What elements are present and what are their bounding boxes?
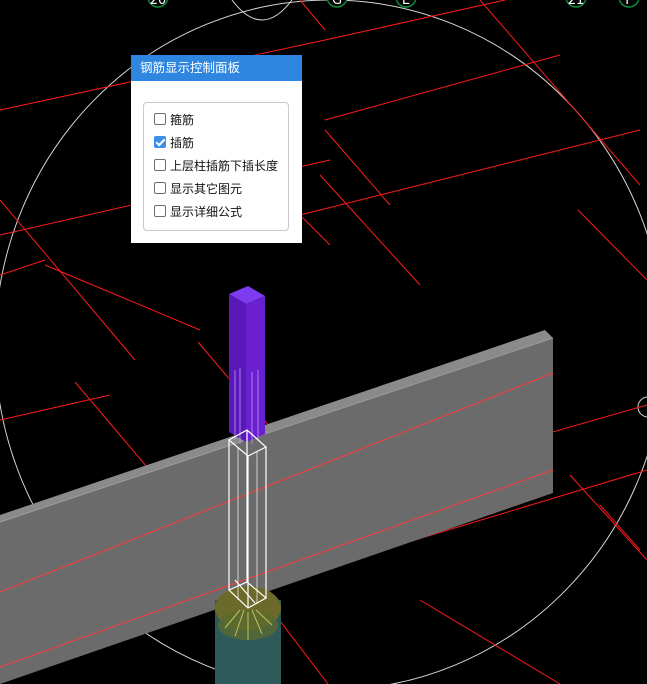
axis-bubble-21: 21: [565, 0, 587, 8]
option-dowel[interactable]: 插筋: [154, 133, 194, 151]
option-detail-formula-label: 显示详细公式: [170, 204, 243, 219]
option-detail-formula[interactable]: 显示详细公式: [154, 202, 242, 220]
option-dowel-label: 插筋: [170, 135, 195, 150]
axis-bubble-20: 20: [147, 0, 169, 8]
checkbox-dowel[interactable]: [154, 136, 166, 148]
option-dowel-length-label: 上层柱插筋下插长度: [170, 158, 279, 173]
panel-title[interactable]: 钢筋显示控制面板: [131, 55, 302, 81]
svg-text:G: G: [332, 0, 342, 8]
checkbox-dowel-length[interactable]: [154, 159, 166, 171]
option-dowel-length[interactable]: 上层柱插筋下插长度: [154, 156, 278, 174]
axis-bubble-f: F: [618, 0, 640, 8]
svg-text:21: 21: [568, 0, 585, 8]
svg-text:20: 20: [150, 0, 167, 8]
svg-text:F: F: [625, 0, 632, 8]
option-other-elements[interactable]: 显示其它图元: [154, 179, 242, 197]
option-stirrup[interactable]: 箍筋: [154, 110, 194, 128]
axis-bubble-e: E: [395, 0, 417, 8]
svg-text:E: E: [402, 0, 410, 8]
checkbox-other-elements[interactable]: [154, 182, 166, 194]
3d-viewport[interactable]: 20 G E 21 F: [0, 0, 647, 684]
option-other-elements-label: 显示其它图元: [170, 181, 243, 196]
upper-column[interactable]: [229, 286, 265, 444]
rebar-display-control-panel: 钢筋显示控制面板 箍筋 插筋 上层柱插筋下插长度 显示其它图元 显示详细公式: [131, 55, 302, 243]
checkbox-stirrup[interactable]: [154, 113, 166, 125]
checkbox-detail-formula[interactable]: [154, 205, 166, 217]
axis-bubble-g: G: [326, 0, 348, 8]
option-stirrup-label: 箍筋: [170, 112, 195, 127]
panel-options-group: 箍筋 插筋 上层柱插筋下插长度 显示其它图元 显示详细公式: [143, 102, 289, 231]
